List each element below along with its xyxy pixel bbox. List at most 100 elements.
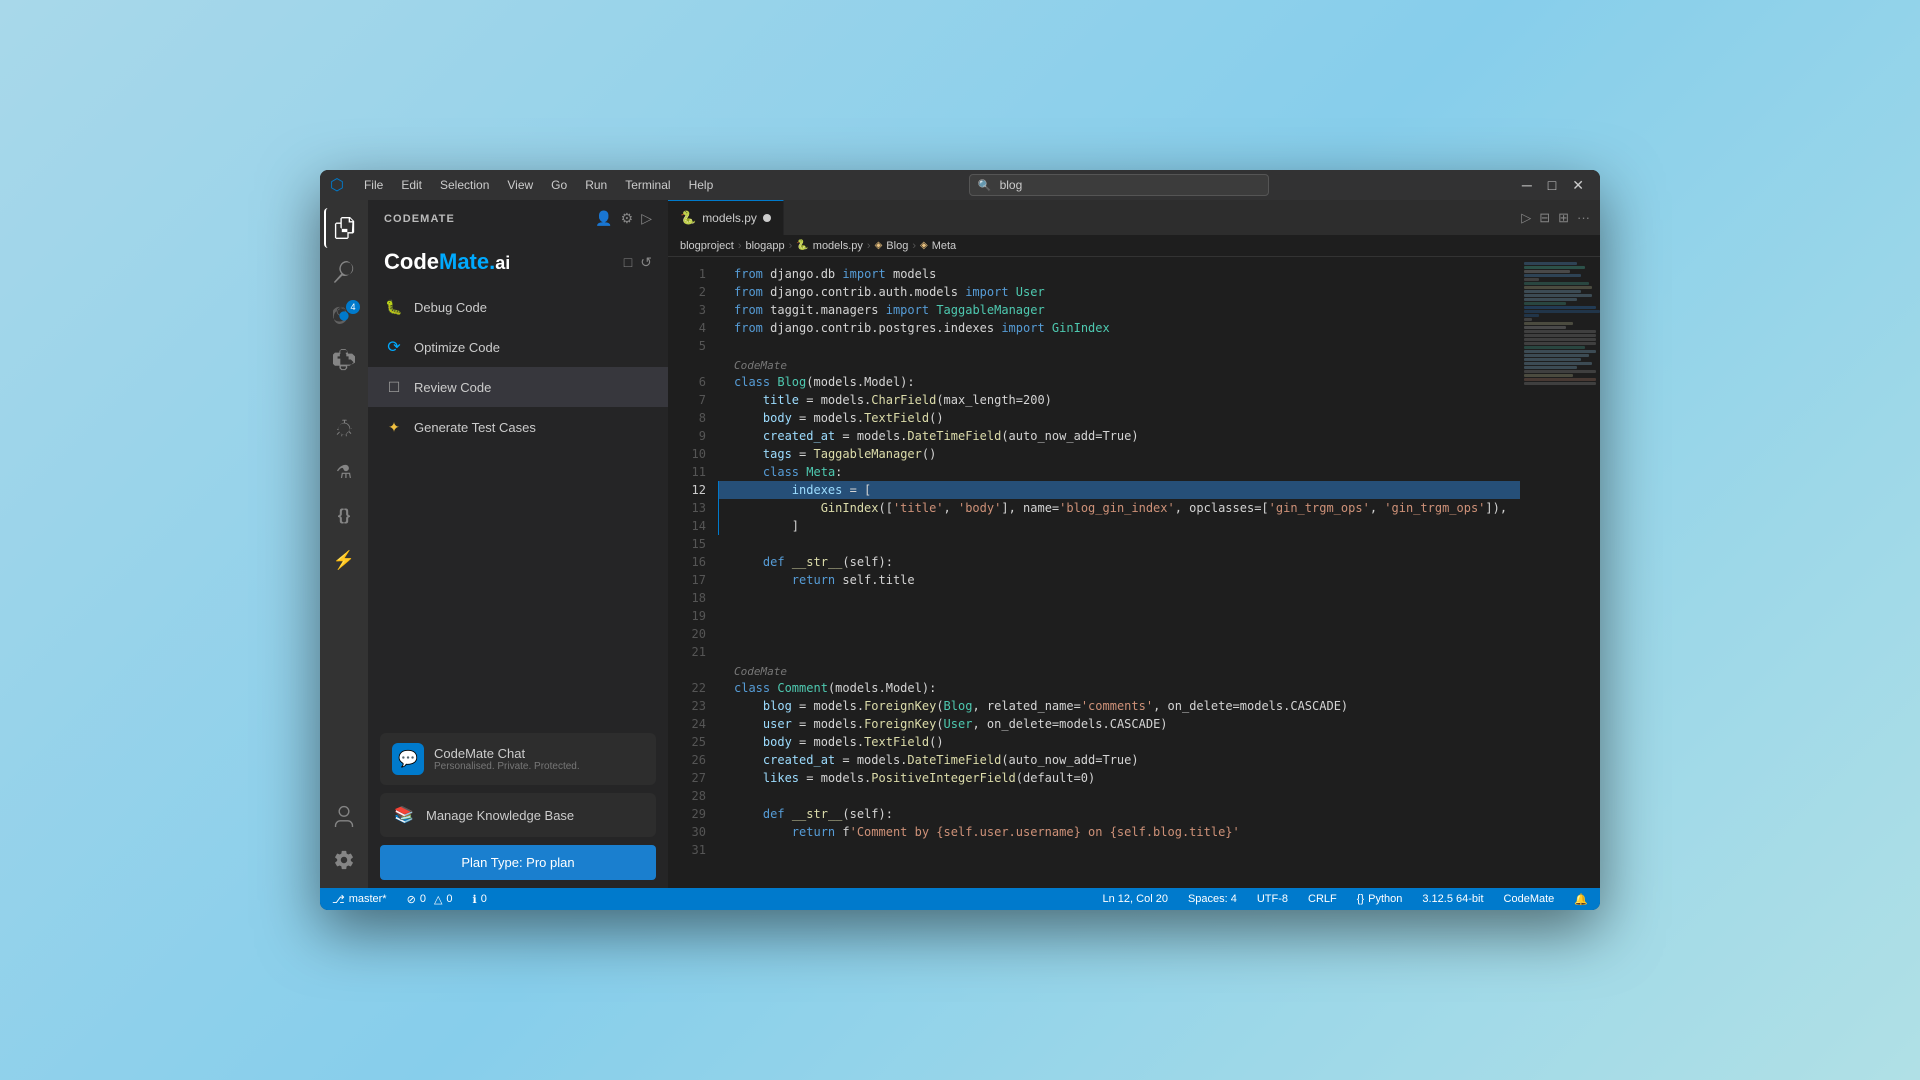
git-branch[interactable]: ⎇ master* (328, 893, 391, 906)
breadcrumb-sep-4: › (912, 240, 916, 252)
pro-plan-button[interactable]: Plan Type: Pro plan (380, 845, 656, 880)
bell-icon: 🔔 (1574, 893, 1588, 906)
split-editor-icon[interactable]: ⊟ (1537, 208, 1552, 228)
spaces-indicator[interactable]: Spaces: 4 (1184, 893, 1241, 905)
logo-ai: ai (495, 253, 510, 273)
nav-review-code[interactable]: ☐ Review Code (368, 367, 668, 407)
code-line: title = models.CharField(max_length=200) (718, 391, 1520, 409)
title-bar-left: ⬡ File Edit Selection View Go Run Termin… (330, 175, 721, 195)
cursor-position[interactable]: Ln 12, Col 20 (1099, 893, 1172, 905)
status-bar-right: Ln 12, Col 20 Spaces: 4 UTF-8 CRLF {} Py… (1099, 893, 1593, 906)
eol-indicator[interactable]: CRLF (1304, 893, 1341, 905)
breadcrumb-meta-icon: ◈ (920, 240, 928, 251)
activity-account[interactable] (324, 796, 364, 836)
notification-bell[interactable]: 🔔 (1570, 893, 1592, 906)
version-label: 3.12.5 64-bit (1422, 893, 1483, 905)
python-version[interactable]: 3.12.5 64-bit (1418, 893, 1487, 905)
python-file-icon: 🐍 (680, 210, 696, 226)
layout-icon[interactable]: ⊞ (1556, 208, 1571, 228)
knowledge-base-card[interactable]: 📚 Manage Knowledge Base (380, 793, 656, 837)
maximize-button[interactable]: □ (1542, 175, 1562, 195)
nav-review-label: Review Code (414, 380, 491, 395)
activity-lightning[interactable]: ⚡ (324, 540, 364, 580)
menu-go[interactable]: Go (543, 176, 575, 194)
activity-explorer[interactable] (324, 208, 364, 248)
menu-terminal[interactable]: Terminal (617, 176, 678, 194)
language-mode[interactable]: {} Python (1353, 893, 1407, 905)
search-icon: 🔍 (978, 179, 992, 192)
chat-text: CodeMate Chat Personalised. Private. Pro… (434, 746, 580, 772)
tab-bar: 🐍 models.py ▷ ⊟ ⊞ ··· (668, 200, 1600, 235)
sidebar-settings-icon[interactable]: ⚙ (621, 210, 634, 227)
menu-file[interactable]: File (356, 176, 391, 194)
code-line: created_at = models.DateTimeField(auto_n… (718, 751, 1520, 769)
activity-settings[interactable] (324, 840, 364, 880)
menu-bar: File Edit Selection View Go Run Terminal… (356, 176, 721, 194)
search-text: blog (1000, 178, 1023, 192)
warnings-label: 0 (446, 893, 452, 905)
code-editor[interactable]: 1234567891011121314151617181920212223242… (668, 257, 1600, 888)
code-line: ] (718, 517, 1520, 535)
codemate-indicator[interactable]: CodeMate (1500, 893, 1559, 905)
spaces-label: Spaces: 4 (1188, 893, 1237, 905)
language-label: Python (1368, 893, 1402, 905)
activity-bottom-icons (324, 796, 364, 888)
activity-source-control[interactable]: 4 (324, 296, 364, 336)
activity-search[interactable] (324, 252, 364, 292)
nav-optimize-label: Optimize Code (414, 340, 500, 355)
minimize-button[interactable]: ─ (1516, 175, 1538, 195)
breadcrumb: blogproject › blogapp › 🐍 models.py › ◈ … (668, 235, 1600, 257)
breadcrumb-blog[interactable]: Blog (886, 240, 908, 252)
menu-selection[interactable]: Selection (432, 176, 497, 194)
breadcrumb-models-py[interactable]: models.py (813, 240, 863, 252)
breadcrumb-blogproject[interactable]: blogproject (680, 240, 734, 252)
run-icon[interactable]: ▷ (1519, 208, 1533, 228)
close-button[interactable]: ✕ (1566, 175, 1590, 196)
editor-tab-actions: ▷ ⊟ ⊞ ··· (1519, 208, 1592, 228)
encoding-indicator[interactable]: UTF-8 (1253, 893, 1292, 905)
code-content[interactable]: from django.db import modelsfrom django.… (718, 257, 1520, 888)
global-search-bar[interactable]: 🔍 blog (969, 174, 1269, 196)
nav-optimize-code[interactable]: ⟳ Optimize Code (368, 327, 668, 367)
nav-debug-code[interactable]: 🐛 Debug Code (368, 287, 668, 327)
activity-debug[interactable] (324, 408, 364, 448)
sidebar-nav: 🐛 Debug Code ⟳ Optimize Code ☐ Review Co… (368, 283, 668, 725)
more-actions-icon[interactable]: ··· (1575, 208, 1592, 227)
errors-count[interactable]: ⊘ 0 △ 0 (403, 893, 457, 906)
activity-extensions[interactable] (324, 340, 364, 380)
info-count[interactable]: ℹ 0 (469, 893, 491, 906)
breadcrumb-blog-icon: ◈ (875, 240, 883, 251)
new-tab-icon[interactable]: □ (624, 254, 632, 271)
encoding-label: UTF-8 (1257, 893, 1288, 905)
menu-edit[interactable]: Edit (393, 176, 430, 194)
minimap (1520, 257, 1600, 888)
menu-help[interactable]: Help (681, 176, 722, 194)
tab-modified-indicator (763, 214, 771, 222)
tab-models-py[interactable]: 🐍 models.py (668, 200, 784, 235)
title-bar: ⬡ File Edit Selection View Go Run Termin… (320, 170, 1600, 200)
breadcrumb-sep-3: › (867, 240, 871, 252)
info-label: 0 (481, 893, 487, 905)
activity-braces[interactable]: {} (324, 496, 364, 536)
breadcrumb-blogapp[interactable]: blogapp (746, 240, 785, 252)
sidebar-user-icon[interactable]: 👤 (595, 210, 612, 227)
logo-mate: Mate (439, 249, 489, 274)
nav-generate-tests[interactable]: ✦ Generate Test Cases (368, 407, 668, 447)
sidebar-header-icons: 👤 ⚙ ▷ (595, 210, 652, 227)
git-branch-icon: ⎇ (332, 893, 345, 906)
code-line: from django.contrib.postgres.indexes imp… (718, 319, 1520, 337)
menu-view[interactable]: View (499, 176, 541, 194)
sidebar-run-icon[interactable]: ▷ (641, 210, 652, 227)
breadcrumb-sep-2: › (789, 240, 793, 252)
chat-subtitle: Personalised. Private. Protected. (434, 761, 580, 772)
menu-run[interactable]: Run (577, 176, 615, 194)
breadcrumb-meta[interactable]: Meta (932, 240, 956, 252)
knowledge-base-icon: 📚 (392, 803, 416, 827)
code-line: from taggit.managers import TaggableMana… (718, 301, 1520, 319)
refresh-icon[interactable]: ↺ (640, 254, 652, 271)
code-line: body = models.TextField() (718, 733, 1520, 751)
warnings-icon: △ (434, 893, 442, 906)
codemate-chat-card[interactable]: 💬 CodeMate Chat Personalised. Private. P… (380, 733, 656, 785)
activity-flask[interactable]: ⚗ (324, 452, 364, 492)
code-line: created_at = models.DateTimeField(auto_n… (718, 427, 1520, 445)
